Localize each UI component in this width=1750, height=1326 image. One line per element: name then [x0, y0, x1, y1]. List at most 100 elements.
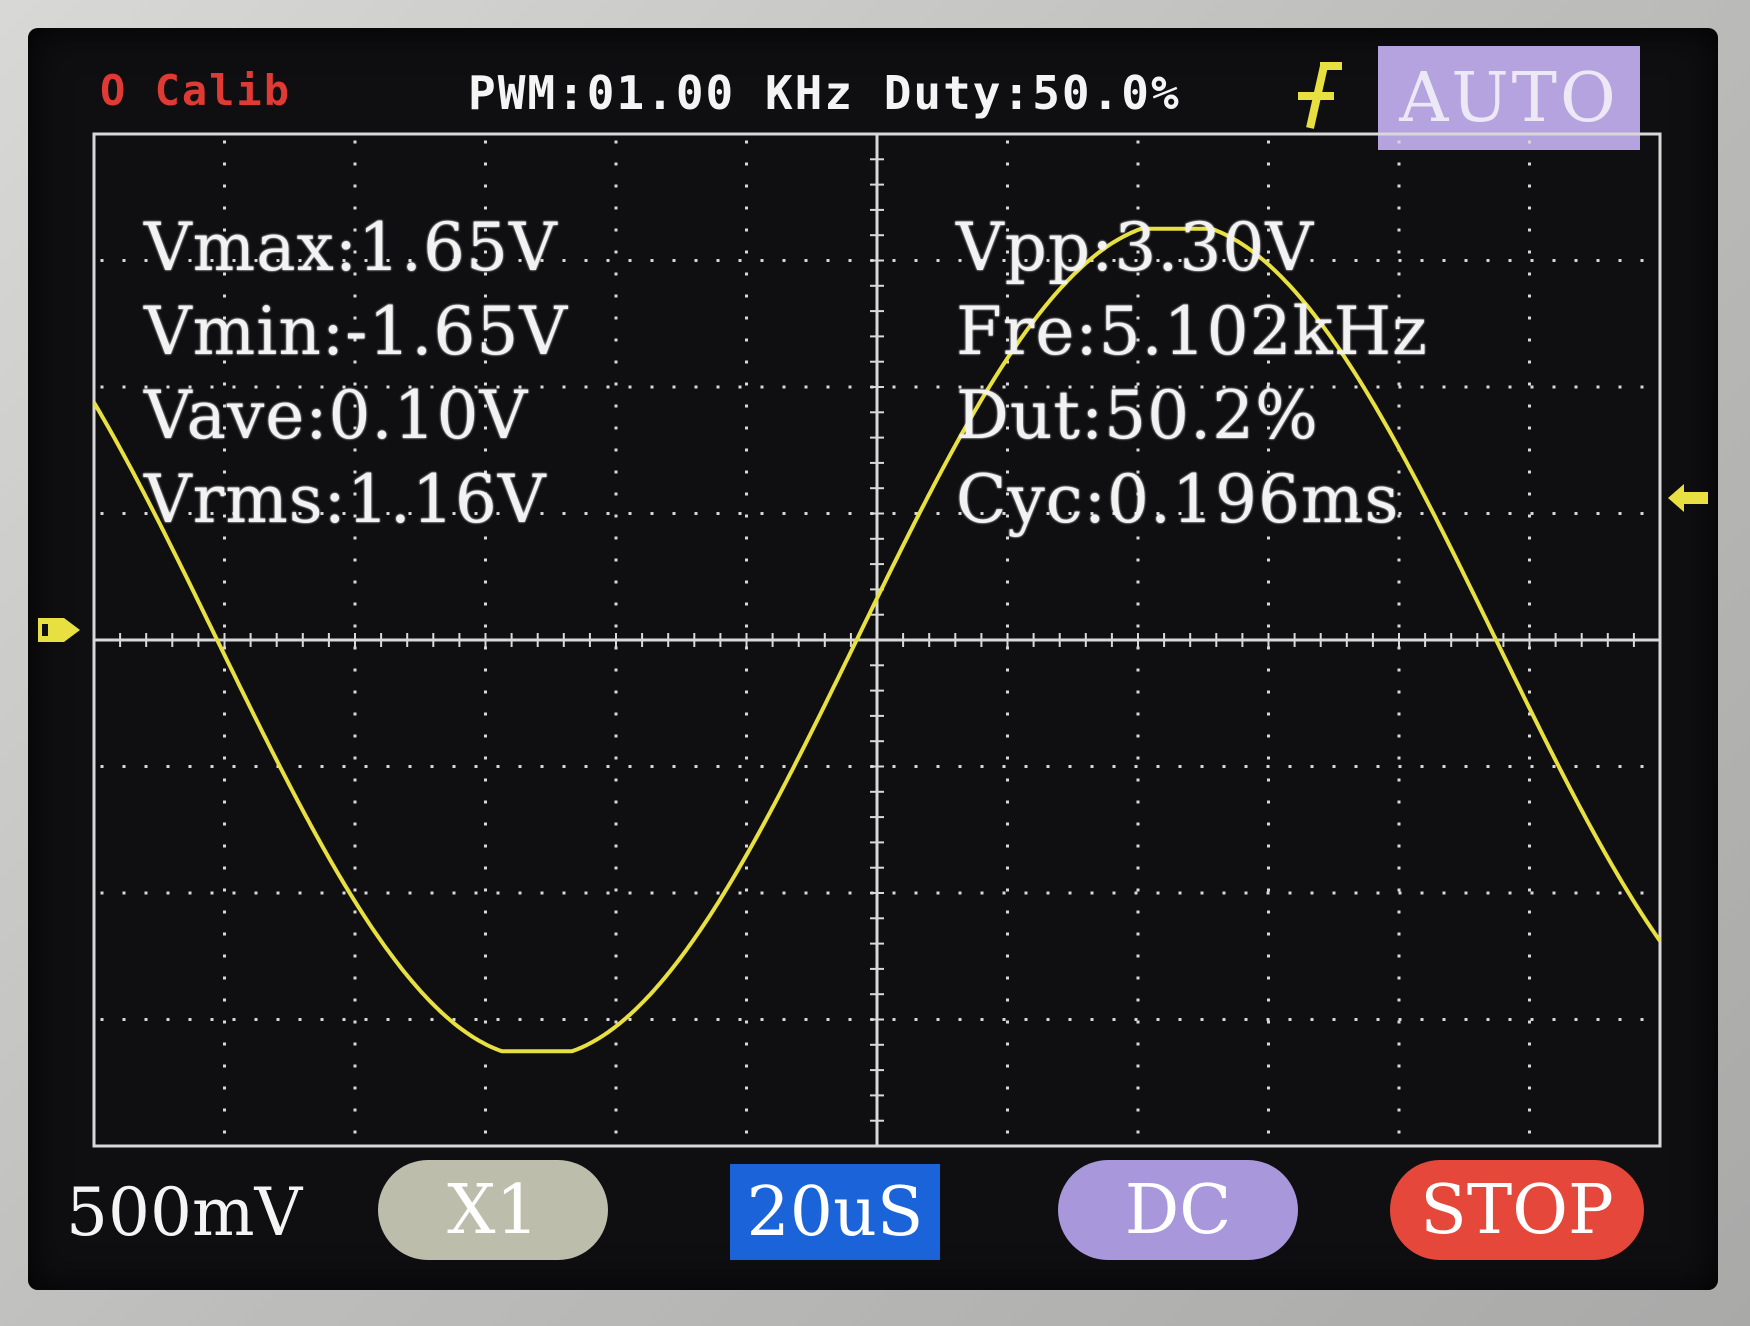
grid-dot — [1528, 184, 1531, 188]
grid-dot — [484, 558, 487, 562]
grid-dot — [353, 822, 357, 826]
grid-dot — [166, 1018, 170, 1021]
grid-dot — [745, 338, 748, 342]
grid-dot — [1508, 259, 1512, 262]
grid-dot — [223, 624, 226, 628]
grid-dot — [782, 259, 786, 262]
grid-dot — [1528, 382, 1531, 386]
grid-dot — [353, 1130, 357, 1134]
grid-dot — [614, 272, 618, 276]
grid-dot — [614, 756, 618, 760]
grid-dot — [745, 932, 748, 936]
grid-dot — [1376, 1018, 1380, 1021]
grid-dot — [1136, 1108, 1140, 1112]
grid-dot — [745, 140, 748, 144]
grid-dot — [584, 891, 588, 895]
time-base-button[interactable]: 20uS — [730, 1164, 940, 1260]
grid-dot — [1596, 385, 1600, 389]
grid-dot — [614, 998, 618, 1002]
grid-dot — [936, 512, 940, 515]
grid-dot — [353, 844, 357, 848]
grid-dot — [745, 778, 748, 782]
grid-dot — [1332, 891, 1336, 895]
grid-dot — [1397, 932, 1401, 936]
grid-dot — [223, 602, 226, 606]
grid-dot — [1528, 250, 1531, 254]
vpp-readout: Vpp:3.30V — [956, 209, 1315, 286]
grid-dot — [1486, 385, 1490, 389]
grid-dot — [614, 382, 618, 386]
grid-dot — [745, 294, 748, 298]
run-stop-button[interactable]: STOP — [1390, 1160, 1644, 1260]
grid-dot — [320, 765, 324, 768]
grid-dot — [745, 426, 748, 430]
grid-dot — [745, 1020, 748, 1024]
grid-dot — [1006, 558, 1009, 562]
grid-dot — [1267, 866, 1270, 870]
grid-dot — [1006, 1042, 1009, 1046]
grid-dot — [452, 765, 456, 768]
grid-dot — [745, 448, 748, 452]
grid-dot — [353, 624, 357, 628]
grid-dot — [1006, 1108, 1009, 1112]
grid-dot — [1528, 470, 1531, 474]
grid-dot — [782, 891, 786, 895]
probe-attenuation-button[interactable]: X1 — [378, 1160, 608, 1260]
grid-dot — [745, 1064, 748, 1068]
grid-dot — [694, 1018, 698, 1021]
grid-dot — [614, 206, 618, 210]
grid-dot — [232, 891, 236, 895]
grid-dot — [1136, 910, 1140, 914]
grid-dot — [430, 891, 434, 895]
grid-dot — [760, 1018, 764, 1021]
grid-dot — [1006, 1086, 1009, 1090]
grid-dot — [1200, 765, 1204, 768]
grid-dot — [1528, 558, 1531, 562]
grid-dot — [614, 580, 618, 584]
grid-dot — [166, 891, 170, 895]
grid-dot — [1244, 765, 1248, 768]
grid-dot — [1574, 512, 1578, 515]
grid-dot — [1178, 891, 1182, 895]
grid-dot — [614, 976, 618, 980]
grid-dot — [1528, 756, 1531, 760]
grid-dot — [628, 259, 632, 262]
duty-readout: Dut:50.2% — [956, 377, 1319, 454]
grid-dot — [1528, 338, 1531, 342]
grid-dot — [1552, 259, 1556, 262]
grid-dot — [353, 910, 357, 914]
grid-dot — [484, 184, 487, 188]
grid-dot — [562, 1018, 566, 1021]
grid-dot — [650, 765, 654, 768]
measurements-left: Vmax:1.65V Vmin:-1.65V Vave:0.10V Vrms:1.16… — [144, 206, 568, 542]
grid-dot — [484, 998, 487, 1002]
grid-dot — [745, 624, 748, 628]
grid-dot — [745, 316, 748, 320]
grid-dot — [1397, 162, 1401, 166]
grid-dot — [1332, 765, 1336, 768]
grid-dot — [745, 954, 748, 958]
grid-dot — [1574, 1018, 1578, 1021]
grid-dot — [1267, 1064, 1270, 1068]
grid-dot — [223, 800, 226, 804]
grid-dot — [958, 765, 962, 768]
grid-dot — [1420, 765, 1424, 768]
grid-dot — [1267, 184, 1270, 188]
grid-dot — [1136, 734, 1140, 738]
volts-per-div-label[interactable]: 500mV — [66, 1174, 302, 1251]
grid-dot — [782, 385, 786, 389]
coupling-button[interactable]: DC — [1058, 1160, 1298, 1260]
grid-dot — [1090, 765, 1094, 768]
grid-dot — [745, 536, 748, 540]
grid-dot — [650, 512, 654, 515]
grid-dot — [1222, 891, 1226, 895]
grid-dot — [1267, 800, 1270, 804]
grid-dot — [223, 998, 226, 1002]
grid-dot — [1442, 385, 1446, 389]
grid-dot — [430, 765, 434, 768]
grid-dot — [298, 891, 302, 895]
grid-dot — [1244, 891, 1248, 895]
grid-dot — [614, 294, 618, 298]
grid-dot — [562, 765, 566, 768]
grid-dot — [980, 765, 984, 768]
